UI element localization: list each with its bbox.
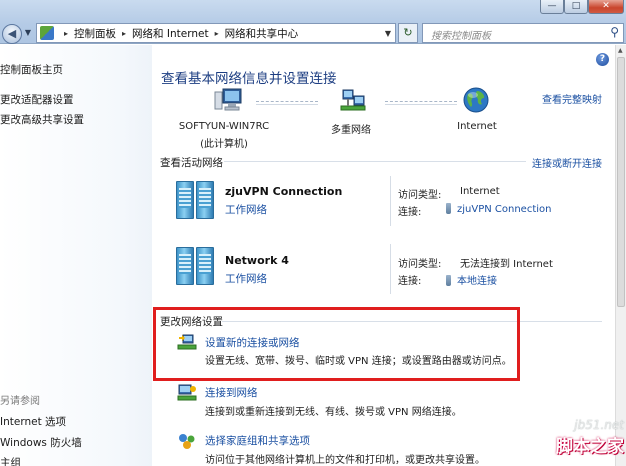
homegroup-icon[interactable] [177, 432, 197, 450]
globe-icon [463, 87, 489, 113]
scroll-up-icon[interactable]: ▲ [618, 47, 623, 54]
multiple-networks-label: 多重网络 [331, 125, 371, 136]
breadcrumb-network-internet[interactable]: 网络和 Internet [132, 26, 209, 41]
see-also-internet-options[interactable]: Internet 选项 [0, 414, 66, 429]
refresh-button[interactable]: ↻ [398, 23, 418, 43]
sidebar-item-change-adapter[interactable]: 更改适配器设置 [0, 92, 74, 107]
connection-link[interactable]: 本地连接 [446, 272, 497, 287]
task-connect-network-desc: 连接到或重新连接到无线、有线、拨号或 VPN 网络连接。 [205, 407, 462, 418]
breadcrumb-separator: ▸ [64, 28, 69, 38]
active-networks-heading: 查看活动网络 [160, 157, 223, 169]
breadcrumb-separator[interactable]: ▸ [122, 29, 126, 38]
access-type-label: 访问类型: [398, 190, 442, 201]
minimize-button[interactable]: — [540, 0, 564, 14]
connection-label: 连接: [398, 276, 422, 287]
see-also-windows-firewall[interactable]: Windows 防火墙 [0, 435, 82, 450]
title-bar: — □ ✕ ◀ ▼ ▸ 控制面板 ▸ 网络和 Internet ▸ 网络和共享中… [0, 0, 626, 44]
divider [390, 244, 391, 294]
left-pane: 控制面板主页 更改适配器设置 更改高级共享设置 另请参阅 Internet 选项… [0, 45, 152, 466]
network-icon[interactable] [176, 181, 216, 219]
see-also-homegroup[interactable]: 主组 [0, 455, 21, 466]
connection-value[interactable]: zjuVPN Connection [457, 204, 551, 215]
breadcrumb: ▸ 控制面板 ▸ 网络和 Internet ▸ 网络和共享中心 [58, 26, 298, 41]
map-link-line [385, 101, 457, 105]
multiple-networks-icon [340, 89, 366, 111]
network-category-link[interactable]: 工作网络 [225, 271, 267, 286]
vertical-scrollbar[interactable]: ▲ [615, 45, 626, 466]
access-type-value: Internet [460, 186, 500, 197]
watermark-name: 脚本之家 [556, 437, 624, 457]
search-input[interactable]: 搜索控制面板 ⚲ [422, 23, 624, 43]
page-title: 查看基本网络信息并设置连接 [161, 71, 337, 87]
connection-label: 连接: [398, 207, 422, 218]
help-icon[interactable]: ? [596, 53, 609, 66]
network-name: zjuVPN Connection [225, 185, 343, 198]
sidebar-item-advanced-sharing[interactable]: 更改高级共享设置 [0, 112, 84, 127]
computer-icon [214, 88, 242, 111]
recent-pages-dropdown[interactable]: ▼ [23, 24, 33, 44]
network-category-link[interactable]: 工作网络 [225, 202, 267, 217]
maximize-button[interactable]: □ [564, 0, 588, 14]
connection-plug-icon [446, 275, 451, 286]
address-bar[interactable]: ▸ 控制面板 ▸ 网络和 Internet ▸ 网络和共享中心 ▼ [36, 23, 396, 43]
computer-name: SOFTYUN-WIN7RC [178, 121, 270, 132]
computer-node[interactable] [214, 88, 242, 115]
breadcrumb-separator[interactable]: ▸ [215, 29, 219, 38]
divider [390, 176, 391, 226]
multiple-networks-node[interactable] [339, 88, 367, 117]
access-type-value: 无法连接到 Internet [460, 259, 553, 270]
internet-node[interactable] [462, 86, 490, 117]
access-type-label: 访问类型: [398, 259, 442, 270]
computer-sub: (此计算机) [200, 139, 248, 150]
see-also-heading: 另请参阅 [0, 396, 40, 407]
task-homegroup-link[interactable]: 选择家庭组和共享选项 [205, 433, 310, 448]
breadcrumb-sharing-center[interactable]: 网络和共享中心 [225, 26, 299, 41]
sidebar-item-control-panel-home[interactable]: 控制面板主页 [0, 62, 63, 77]
task-homegroup-desc: 访问位于其他网络计算机上的文件和打印机，或更改共享设置。 [205, 455, 485, 466]
control-panel-icon [40, 26, 54, 40]
connect-network-icon[interactable] [177, 384, 197, 402]
connect-disconnect-link[interactable]: 连接或断开连接 [532, 155, 602, 170]
annotation-highlight-box [153, 307, 520, 381]
breadcrumb-control-panel[interactable]: 控制面板 [74, 26, 116, 41]
internet-label: Internet [457, 121, 497, 132]
search-placeholder: 搜索控制面板 [431, 31, 491, 42]
address-dropdown-icon[interactable]: ▼ [385, 29, 391, 38]
connection-link[interactable]: zjuVPN Connection [446, 203, 551, 215]
network-icon[interactable] [176, 247, 216, 285]
view-full-map-link[interactable]: 查看完整映射 [542, 91, 602, 106]
scrollbar-thumb[interactable] [617, 57, 625, 307]
task-connect-network-link[interactable]: 连接到网络 [205, 385, 258, 400]
watermark-url: jb51.net [574, 418, 624, 432]
search-icon[interactable]: ⚲ [610, 25, 619, 39]
network-name: Network 4 [225, 254, 289, 267]
map-link-line [256, 101, 318, 105]
watermark: jb51.net 脚本之家 [540, 418, 624, 464]
connection-plug-icon [446, 203, 451, 214]
back-button[interactable]: ◀ [2, 24, 22, 44]
divider [224, 161, 526, 162]
connection-value[interactable]: 本地连接 [457, 276, 497, 287]
close-button[interactable]: ✕ [588, 0, 624, 14]
